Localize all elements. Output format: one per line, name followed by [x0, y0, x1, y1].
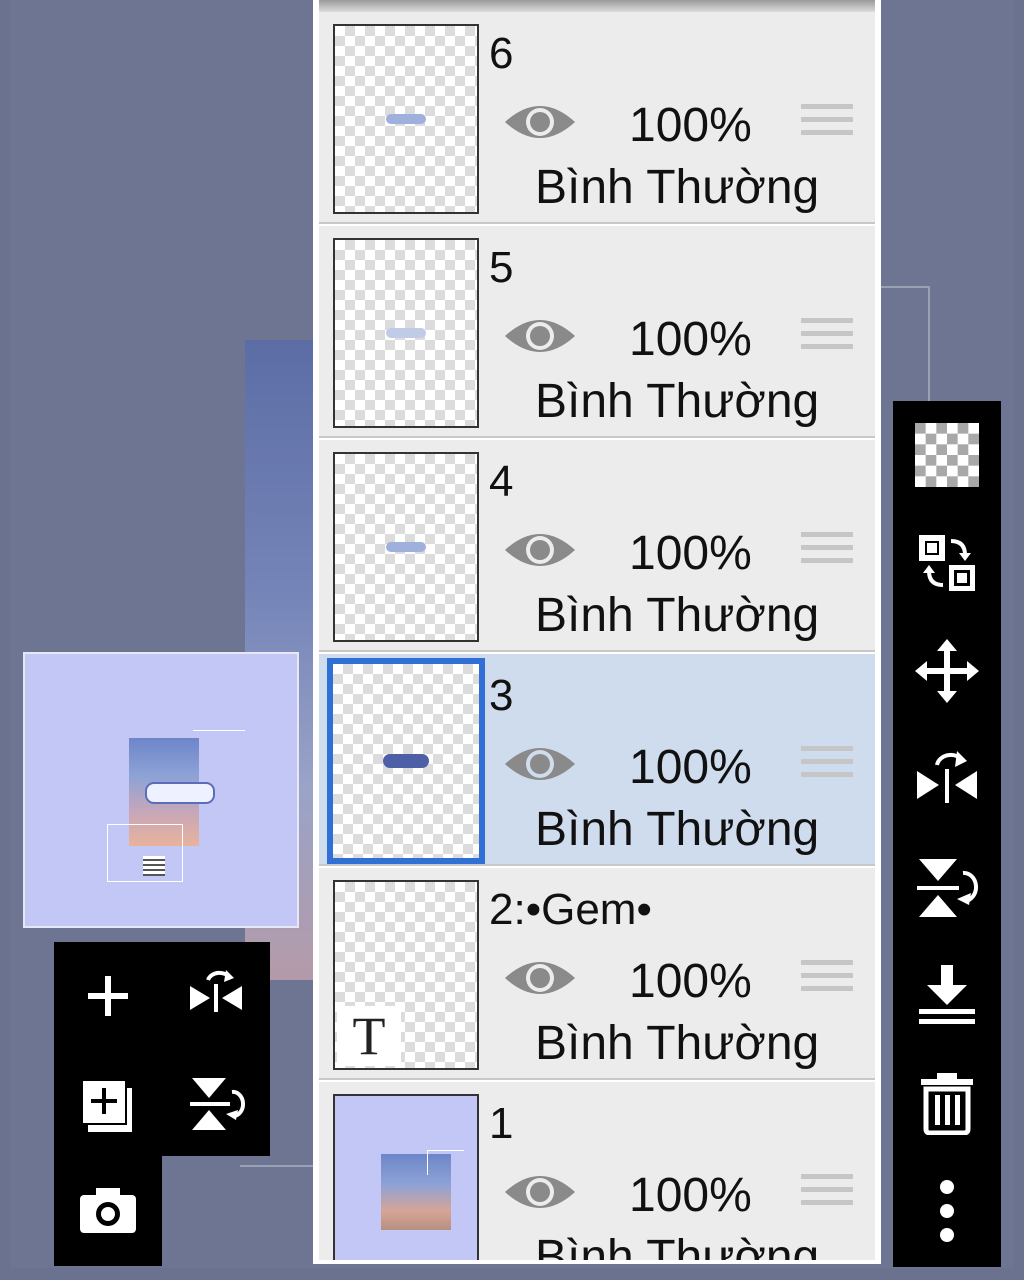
layer-thumbnail — [327, 658, 485, 864]
layer-row-6[interactable]: 6 100% Bình Thường — [319, 12, 875, 224]
swap-layers-icon — [919, 535, 975, 591]
merge-down-button[interactable] — [893, 941, 1001, 1049]
canvas-guide — [880, 286, 930, 408]
flip-vertical-icon — [917, 859, 979, 917]
move-icon — [915, 639, 979, 703]
flip-vertical-button[interactable] — [893, 833, 1001, 941]
layer-thumbnail — [333, 1094, 479, 1260]
layer-row-4[interactable]: 4 100% Bình Thường — [319, 440, 875, 652]
navigator-preview[interactable] — [23, 652, 299, 928]
flip-horizontal-icon — [917, 751, 977, 803]
eye-icon[interactable] — [503, 952, 577, 1004]
layer-name: 2:•Gem• — [489, 885, 652, 934]
add-layer-copy-icon — [81, 1079, 132, 1132]
layer-thumbnail — [333, 238, 479, 428]
navigator-text-thumb — [143, 856, 165, 876]
delete-layer-button[interactable] — [893, 1049, 1001, 1157]
layer-toolbar-extension — [54, 1156, 162, 1266]
layer-opacity[interactable]: 100% — [629, 100, 752, 152]
flip-horizontal-button[interactable] — [162, 942, 270, 1050]
drag-handle-icon[interactable] — [801, 104, 853, 148]
layer-opacity[interactable]: 100% — [629, 528, 752, 580]
layer-row-1[interactable]: 1 100% Bình Thường — [319, 1082, 875, 1260]
bottom-edge — [0, 1268, 1024, 1280]
flip-horizontal-button[interactable] — [893, 725, 1001, 833]
merge-down-icon — [919, 965, 975, 1024]
flip-vertical-icon — [190, 1078, 245, 1130]
layer-row-2[interactable]: T 2:•Gem• 100% Bình Thường — [319, 868, 875, 1080]
layer-row-5[interactable]: 5 100% Bình Thường — [319, 226, 875, 438]
layer-opacity[interactable]: 100% — [629, 314, 752, 366]
drag-handle-icon[interactable] — [801, 960, 853, 1004]
more-icon — [940, 1180, 954, 1242]
drag-handle-icon[interactable] — [801, 318, 853, 362]
layer-content-mark — [386, 328, 426, 338]
layer-blend-mode[interactable]: Bình Thường — [535, 162, 819, 214]
transparency-icon — [915, 423, 979, 487]
layer-toolbar — [54, 942, 270, 1156]
layer-actions-toolbar — [893, 401, 1001, 1267]
layer-blend-mode[interactable]: Bình Thường — [535, 1018, 819, 1070]
layer-opacity[interactable]: 100% — [629, 742, 752, 794]
flip-vertical-button[interactable] — [162, 1050, 270, 1158]
layer-name: 6 — [489, 29, 514, 78]
layer-content-mark — [386, 542, 426, 552]
flip-horizontal-icon — [190, 970, 242, 1012]
trash-icon — [921, 1073, 973, 1135]
drag-handle-icon[interactable] — [801, 532, 853, 576]
layer-thumbnail — [333, 452, 479, 642]
camera-icon — [80, 1188, 136, 1233]
layer-blend-mode[interactable]: Bình Thường — [535, 804, 819, 856]
canvas-guide — [240, 1165, 320, 1167]
text-layer-icon: T — [337, 1006, 401, 1066]
layers-panel: 6 100% Bình Thường 5 100% Bình Thường 4 … — [313, 0, 881, 1264]
transparency-button[interactable] — [893, 401, 1001, 509]
layer-content-mark — [386, 114, 426, 124]
drag-handle-icon[interactable] — [801, 746, 853, 790]
layer-blend-mode[interactable]: Bình Thường — [535, 376, 819, 428]
layer-opacity[interactable]: 100% — [629, 1170, 752, 1222]
camera-button[interactable] — [54, 1156, 162, 1264]
layer-row-3[interactable]: 3 100% Bình Thường — [319, 654, 875, 866]
layer-name: 5 — [489, 243, 514, 292]
eye-icon[interactable] — [503, 310, 577, 362]
panel-scroll-top — [319, 0, 875, 12]
layer-content-mark — [383, 754, 429, 768]
layer-blend-mode[interactable]: Bình Thường — [535, 590, 819, 642]
move-button[interactable] — [893, 617, 1001, 725]
eye-icon[interactable] — [503, 524, 577, 576]
layer-name: 3 — [489, 671, 514, 720]
layer-blend-mode[interactable]: Bình Thường — [535, 1232, 819, 1261]
swap-layers-button[interactable] — [893, 509, 1001, 617]
drag-handle-icon[interactable] — [801, 1174, 853, 1218]
add-layer-button[interactable] — [54, 942, 162, 1050]
layer-thumbnail: T — [333, 880, 479, 1070]
add-layer-icon — [88, 976, 128, 1016]
navigator-frame — [193, 730, 245, 731]
more-options-button[interactable] — [893, 1157, 1001, 1265]
eye-icon[interactable] — [503, 738, 577, 790]
add-layer-copy-button[interactable] — [54, 1050, 162, 1158]
layer-name: 1 — [489, 1099, 514, 1148]
layer-thumbnail — [333, 24, 479, 214]
layer-name: 4 — [489, 457, 514, 506]
eye-icon[interactable] — [503, 96, 577, 148]
eye-icon[interactable] — [503, 1166, 577, 1218]
navigator-sticker — [145, 782, 215, 804]
layer-photo-frame — [427, 1150, 464, 1175]
layer-opacity[interactable]: 100% — [629, 956, 752, 1008]
